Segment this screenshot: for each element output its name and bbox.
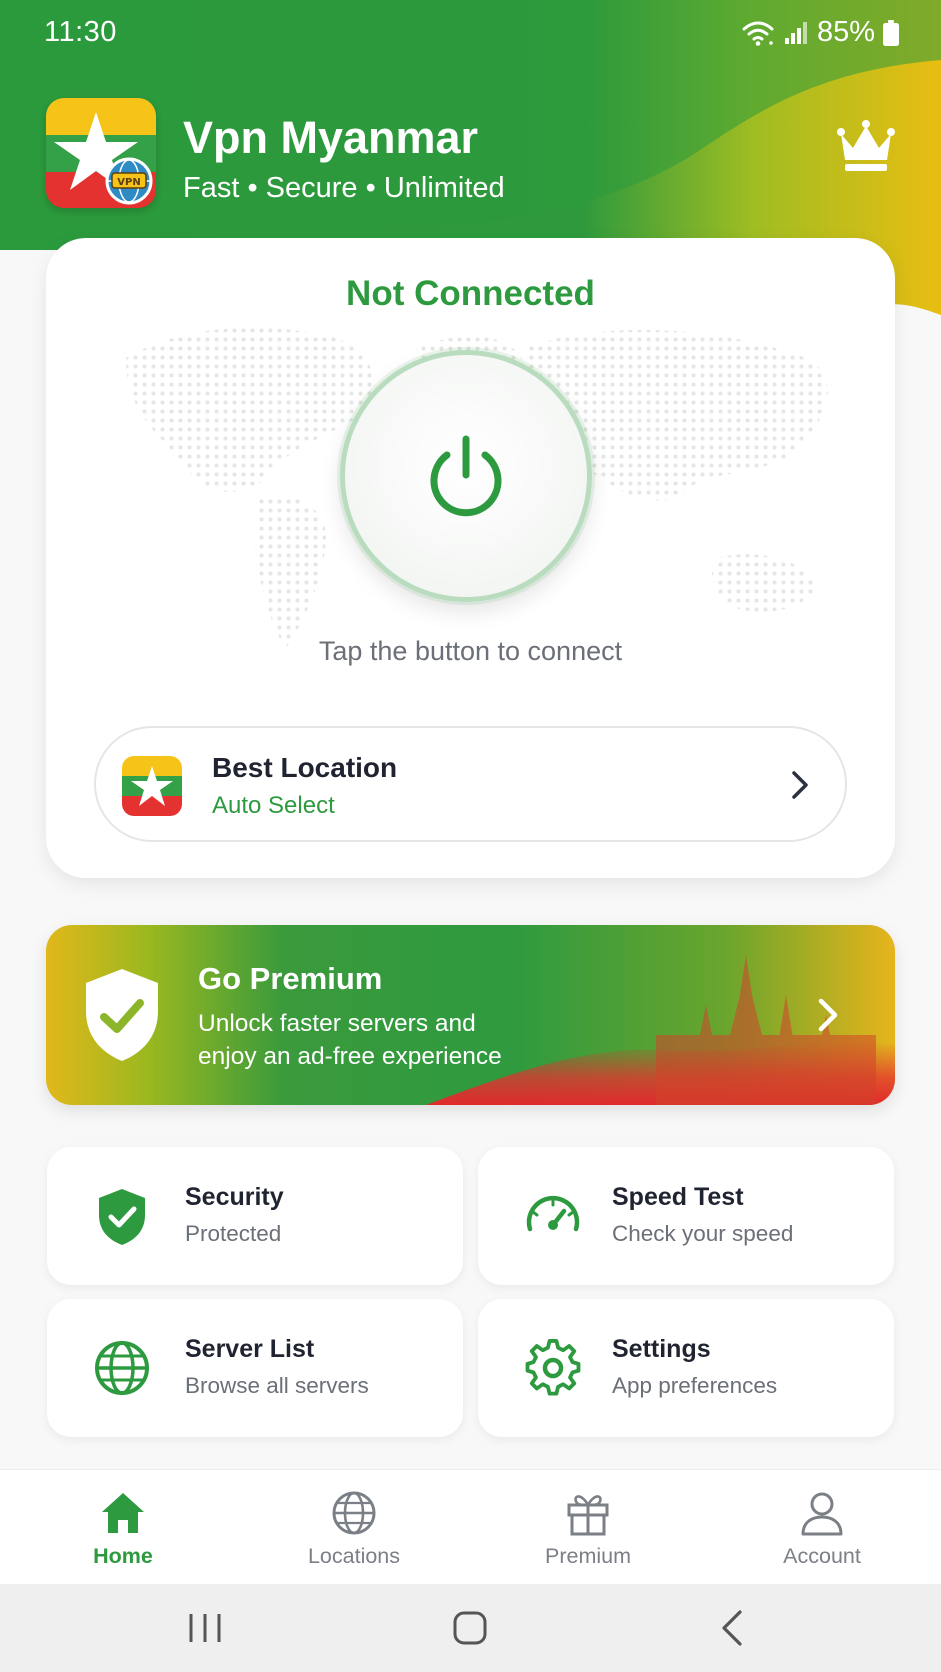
home-icon xyxy=(102,1493,144,1533)
speed-test-tile[interactable]: Speed Test Check your speed xyxy=(478,1147,894,1285)
nav-label: Premium xyxy=(544,1544,631,1568)
tile-title: Speed Test xyxy=(612,1183,744,1211)
home-button-icon[interactable] xyxy=(448,1606,492,1650)
chevron-right-icon xyxy=(792,771,808,799)
server-list-tile[interactable]: Server List Browse all servers xyxy=(47,1299,463,1437)
app-title: Vpn Myanmar xyxy=(183,112,479,163)
premium-line-2: enjoy an ad-free experience xyxy=(198,1043,502,1070)
premium-description: Unlock faster servers and enjoy an ad-fr… xyxy=(198,1007,558,1073)
tile-title: Settings xyxy=(612,1335,711,1363)
tile-title: Server List xyxy=(185,1335,315,1363)
best-location-selector[interactable]: Best Location Auto Select xyxy=(94,726,847,842)
app-subtitle: Fast • Secure • Unlimited xyxy=(183,172,505,204)
tile-subtitle: Browse all servers xyxy=(185,1373,369,1398)
location-title: Best Location xyxy=(212,752,398,783)
connect-hint: Tap the button to connect xyxy=(318,636,623,666)
chevron-right-icon xyxy=(818,998,838,1032)
nav-account[interactable]: Account xyxy=(742,1470,902,1584)
tile-title: Security xyxy=(185,1183,284,1211)
myanmar-flag-icon xyxy=(122,756,182,816)
tile-subtitle: Check your speed xyxy=(612,1221,794,1246)
battery-icon xyxy=(883,19,899,46)
wifi-icon xyxy=(742,21,774,46)
nav-label: Home xyxy=(93,1544,153,1568)
back-icon[interactable] xyxy=(712,1606,756,1650)
system-navigation-bar xyxy=(0,1584,941,1672)
connection-status: Not Connected xyxy=(346,274,595,313)
nav-label: Locations xyxy=(307,1544,401,1568)
connection-card: Not Connected Tap the button to connect … xyxy=(46,238,895,878)
user-icon xyxy=(801,1492,843,1536)
app-logo: VPN xyxy=(46,98,156,208)
globe-icon xyxy=(332,1491,376,1535)
myanmar-flag-logo-icon: VPN xyxy=(46,98,156,208)
bottom-navigation: Home Locations Premium Account xyxy=(0,1470,941,1584)
signal-icon xyxy=(784,21,807,44)
status-time: 11:30 xyxy=(44,16,117,48)
crown-icon[interactable] xyxy=(835,118,897,174)
shield-check-icon xyxy=(99,1189,145,1245)
shield-check-icon xyxy=(86,969,158,1061)
speedometer-icon xyxy=(526,1195,580,1232)
nav-label: Account xyxy=(783,1544,861,1568)
settings-tile[interactable]: Settings App preferences xyxy=(478,1299,894,1437)
security-tile[interactable]: Security Protected xyxy=(47,1147,463,1285)
gear-icon xyxy=(525,1338,581,1396)
location-subtitle: Auto Select xyxy=(212,792,335,819)
nav-home[interactable]: Home xyxy=(43,1470,203,1584)
premium-line-1: Unlock faster servers and xyxy=(198,1010,476,1037)
tile-subtitle: App preferences xyxy=(612,1373,778,1398)
power-button[interactable] xyxy=(340,350,592,602)
globe-icon xyxy=(95,1341,149,1395)
nav-locations[interactable]: Locations xyxy=(274,1470,434,1584)
battery-percent: 85% xyxy=(816,16,875,48)
nav-premium[interactable]: Premium xyxy=(508,1470,668,1584)
tile-subtitle: Protected xyxy=(185,1221,282,1246)
gift-icon xyxy=(567,1495,609,1536)
power-icon xyxy=(430,435,502,517)
recent-apps-icon[interactable] xyxy=(183,1606,227,1650)
logo-badge-text: VPN xyxy=(117,177,140,188)
premium-title: Go Premium xyxy=(198,961,383,996)
go-premium-banner[interactable]: Go Premium Unlock faster servers and enj… xyxy=(46,925,895,1105)
status-icons: 85% xyxy=(741,16,899,49)
